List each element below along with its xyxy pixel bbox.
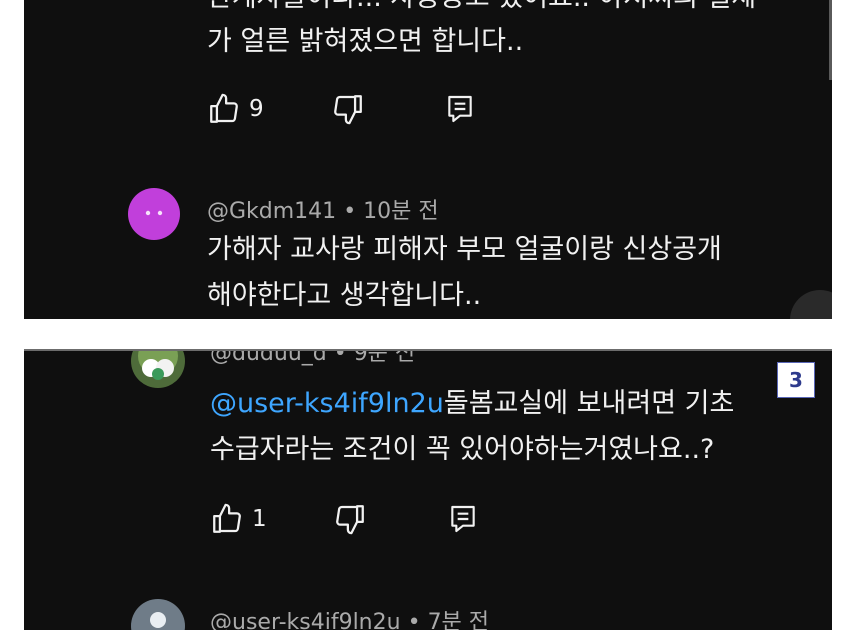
comments-panel-top: 관계자들이라... 자중중고 있어요.. 아저씨의 실제 가 얼른 밝혀졌으면 …: [24, 0, 832, 319]
comment-text-line: 수급자라는 조건이 꼭 있어야하는거였나요..?: [210, 434, 715, 465]
avatar-icon: [150, 612, 166, 628]
thumb-up-icon: [213, 503, 241, 533]
comment-text: 돌봄교실에 보내려면 기초: [443, 388, 735, 419]
avatar-icon: [145, 210, 163, 216]
avatar[interactable]: [128, 188, 180, 240]
comment-author[interactable]: @duduu_d • 9분 전: [210, 349, 415, 367]
comment-text-line: 가해자 교사랑 피해자 부모 얼굴이랑 신상공개: [207, 234, 722, 265]
like-button[interactable]: 9: [207, 92, 264, 126]
thumb-up-icon: [210, 93, 238, 123]
avatar-icon: [138, 349, 178, 380]
divider: [24, 349, 832, 351]
reply-icon: [451, 505, 475, 533]
reply-button[interactable]: [444, 92, 476, 126]
thumb-down-icon: [336, 505, 364, 535]
reply-icon: [448, 95, 472, 123]
separator-dot: •: [407, 610, 428, 630]
separator-dot: •: [343, 199, 364, 224]
comment-text-line: 해야한다고 생각합니다..: [207, 280, 482, 311]
comment-text-line: 가 얼른 밝혀졌으면 합니다..: [207, 26, 524, 57]
comment-time[interactable]: 10분 전: [363, 199, 438, 224]
page-number-badge: 3: [777, 362, 815, 398]
comment-author[interactable]: @user-ks4if9ln2u: [210, 610, 401, 630]
like-button[interactable]: 1: [210, 502, 267, 536]
reply-button[interactable]: [447, 502, 479, 536]
mention-link[interactable]: @user-ks4if9ln2u: [210, 388, 444, 419]
dislike-button[interactable]: [333, 502, 367, 536]
avatar[interactable]: [131, 349, 185, 388]
comment-text-line: @user-ks4if9ln2u돌봄교실에 보내려면 기초: [210, 380, 734, 428]
thumb-down-icon: [334, 95, 362, 125]
like-count: 9: [249, 96, 264, 122]
scrollbar[interactable]: [829, 0, 832, 80]
comments-panel-bottom: @duduu_d • 9분 전 @user-ks4if9ln2u돌봄교실에 보내…: [24, 349, 832, 630]
like-count: 1: [252, 506, 267, 532]
overlay-button[interactable]: [790, 290, 832, 319]
comment-author[interactable]: @Gkdm141: [207, 199, 336, 224]
dislike-button[interactable]: [331, 92, 365, 126]
avatar[interactable]: [131, 599, 185, 630]
comment-time[interactable]: 7분 전: [428, 610, 489, 630]
